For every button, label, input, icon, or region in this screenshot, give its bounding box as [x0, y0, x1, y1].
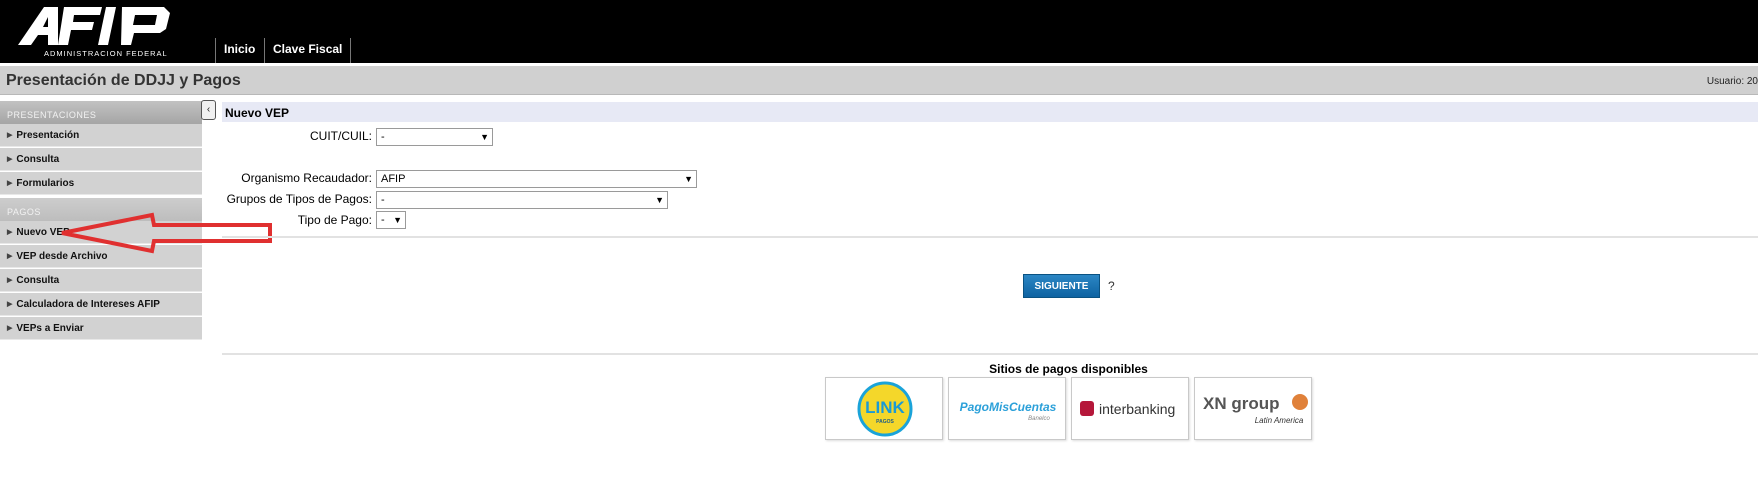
user-label: Usuario: 20 [1706, 76, 1758, 87]
sidebar-item-label: Consulta [16, 275, 60, 286]
sidebar-item-calculadora-intereses[interactable]: ▶ Calculadora de Intereses AFIP [0, 293, 202, 316]
chevron-right-icon: ▶ [7, 180, 13, 187]
organismo-select[interactable]: AFIP ▼ [376, 170, 697, 188]
tipo-select[interactable]: - ▼ [376, 211, 406, 229]
chevron-down-icon: ▼ [393, 215, 402, 225]
afip-logo[interactable]: ADMINISTRACION FEDERAL [14, 3, 204, 59]
svg-text:PAGOS: PAGOS [876, 419, 894, 425]
cuit-select-value: - [381, 131, 385, 143]
svg-text:interbanking: interbanking [1099, 401, 1175, 417]
chevron-right-icon: ▶ [7, 156, 13, 163]
sidebar-item-label: Calculadora de Intereses AFIP [16, 299, 160, 310]
chevron-right-icon: ▶ [7, 229, 13, 236]
sidebar-item-label: VEPs a Enviar [16, 323, 84, 334]
chevron-right-icon: ▶ [7, 277, 13, 284]
chevron-right-icon: ▶ [7, 132, 13, 139]
nav-inicio[interactable]: Inicio [215, 38, 263, 63]
nav-clave-fiscal[interactable]: Clave Fiscal [264, 38, 352, 63]
chevron-down-icon: ▼ [655, 195, 664, 205]
interbanking-logo[interactable]: interbanking [1071, 377, 1189, 440]
sidebar-header-presentaciones: PRESENTACIONES [0, 101, 202, 124]
content-header: Nuevo VEP [222, 102, 1758, 122]
svg-text:Banelco: Banelco [1028, 416, 1050, 422]
sidebar-item-presentacion[interactable]: ▶ Presentación [0, 124, 202, 147]
grupos-select-value: - [381, 194, 385, 206]
form-title: Nuevo VEP [225, 106, 290, 120]
sidebar-item-veps-a-enviar[interactable]: ▶ VEPs a Enviar [0, 317, 202, 340]
sidebar-collapse-button[interactable]: ‹ [201, 100, 216, 120]
pagomiscuentas-logo[interactable]: PagoMisCuentas Banelco [948, 377, 1066, 440]
siguiente-button[interactable]: SIGUIENTE [1023, 274, 1100, 298]
title-bar: Presentación de DDJJ y Pagos Usuario: 20 [0, 66, 1758, 95]
organismo-label: Organismo Recaudador: [241, 171, 372, 185]
help-icon[interactable]: ? [1108, 279, 1115, 293]
sidebar-item-label: Presentación [16, 130, 80, 141]
tipo-label: Tipo de Pago: [297, 213, 372, 227]
grupos-select[interactable]: - ▼ [376, 191, 668, 209]
organismo-select-value: AFIP [381, 173, 406, 185]
sidebar-item-consulta-pagos[interactable]: ▶ Consulta [0, 269, 202, 292]
sidebar-item-label: Consulta [16, 154, 60, 165]
sidebar-item-consulta[interactable]: ▶ Consulta [0, 148, 202, 171]
chevron-down-icon: ▼ [480, 132, 489, 142]
chevron-down-icon: ▼ [684, 174, 693, 184]
divider [222, 353, 1758, 355]
payment-sites-title: Sitios de pagos disponibles [989, 362, 1148, 376]
tipo-select-value: - [381, 214, 385, 226]
page-title: Presentación de DDJJ y Pagos [6, 72, 241, 89]
xn-group-logo[interactable]: XN group Latin America [1194, 377, 1312, 440]
cuit-select[interactable]: - ▼ [376, 128, 493, 146]
link-pagos-logo[interactable]: LINK PAGOS [825, 377, 943, 440]
cuit-label: CUIT/CUIL: [309, 129, 372, 143]
chevron-right-icon: ▶ [7, 253, 13, 260]
divider [222, 236, 1758, 238]
svg-text:Latin America: Latin America [1255, 416, 1304, 425]
sidebar-item-label: Formularios [16, 178, 75, 189]
svg-text:PagoMisCuentas: PagoMisCuentas [960, 400, 1057, 414]
svg-text:LINK: LINK [865, 398, 905, 417]
svg-text:XN group: XN group [1203, 394, 1280, 413]
top-bar: ADMINISTRACION FEDERAL Inicio Clave Fisc… [0, 0, 1758, 63]
grupos-label: Grupos de Tipos de Pagos: [226, 192, 372, 206]
logo-subtext: ADMINISTRACION FEDERAL [44, 49, 168, 58]
chevron-right-icon: ▶ [7, 301, 13, 308]
sidebar-item-formularios[interactable]: ▶ Formularios [0, 172, 202, 195]
chevron-right-icon: ▶ [7, 325, 13, 332]
